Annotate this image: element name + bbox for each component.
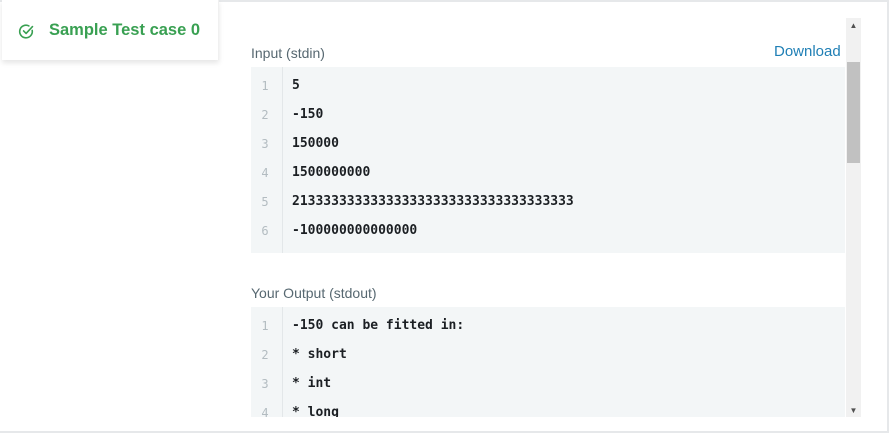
tab-label: Sample Test case 0 [49,21,201,39]
line-text: * short [292,347,347,362]
line-number: 3 [261,137,269,151]
download-link[interactable]: Download [774,43,841,60]
code-line: 1 -150 can be fitted in: [251,312,845,341]
line-number: 1 [261,79,269,93]
line-number: 4 [261,406,269,417]
tab-sample-test-case-0[interactable]: Sample Test case 0 [2,0,219,60]
code-line: 3 150000 [251,130,845,159]
line-text: -150 [292,107,324,122]
line-number: 4 [261,166,269,180]
code-line: 5 213333333333333333333333333333333333 [251,188,845,217]
arrow-up-icon[interactable]: ▲ [846,18,861,32]
line-number: 5 [261,195,269,209]
output-code-block: 1 -150 can be fitted in: 2 * short 3 * i… [251,307,845,417]
code-line: 3 * int [251,370,845,399]
check-circle-icon [18,23,35,40]
line-number: 6 [261,224,269,238]
line-text: 213333333333333333333333333333333333 [292,194,574,209]
code-line: 2 * short [251,341,845,370]
line-text: 5 [292,78,300,93]
line-number: 3 [261,377,269,391]
input-code-block: 1 5 2 -150 3 150000 4 1500000000 5 21333… [251,67,845,253]
line-text: 150000 [292,136,339,151]
line-number: 2 [261,108,269,122]
code-line: 4 * long [251,399,845,417]
input-section-label: Input (stdin) [251,45,325,61]
line-number: 2 [261,348,269,362]
line-text: * int [292,376,332,391]
line-text: * long [292,405,339,417]
line-text: -150 can be fitted in: [292,318,465,333]
code-line: 2 -150 [251,101,845,130]
code-line: 4 1500000000 [251,159,845,188]
vertical-scrollbar[interactable]: ▲ ▼ [846,18,861,417]
line-text: -100000000000000 [292,223,418,238]
scrollbar-thumb[interactable] [847,62,860,163]
code-line: 6 -100000000000000 [251,217,845,246]
line-text: 1500000000 [292,165,371,180]
code-line: 1 5 [251,72,845,101]
output-section-label: Your Output (stdout) [251,285,377,301]
line-number: 1 [261,319,269,333]
arrow-down-icon[interactable]: ▼ [846,403,861,417]
